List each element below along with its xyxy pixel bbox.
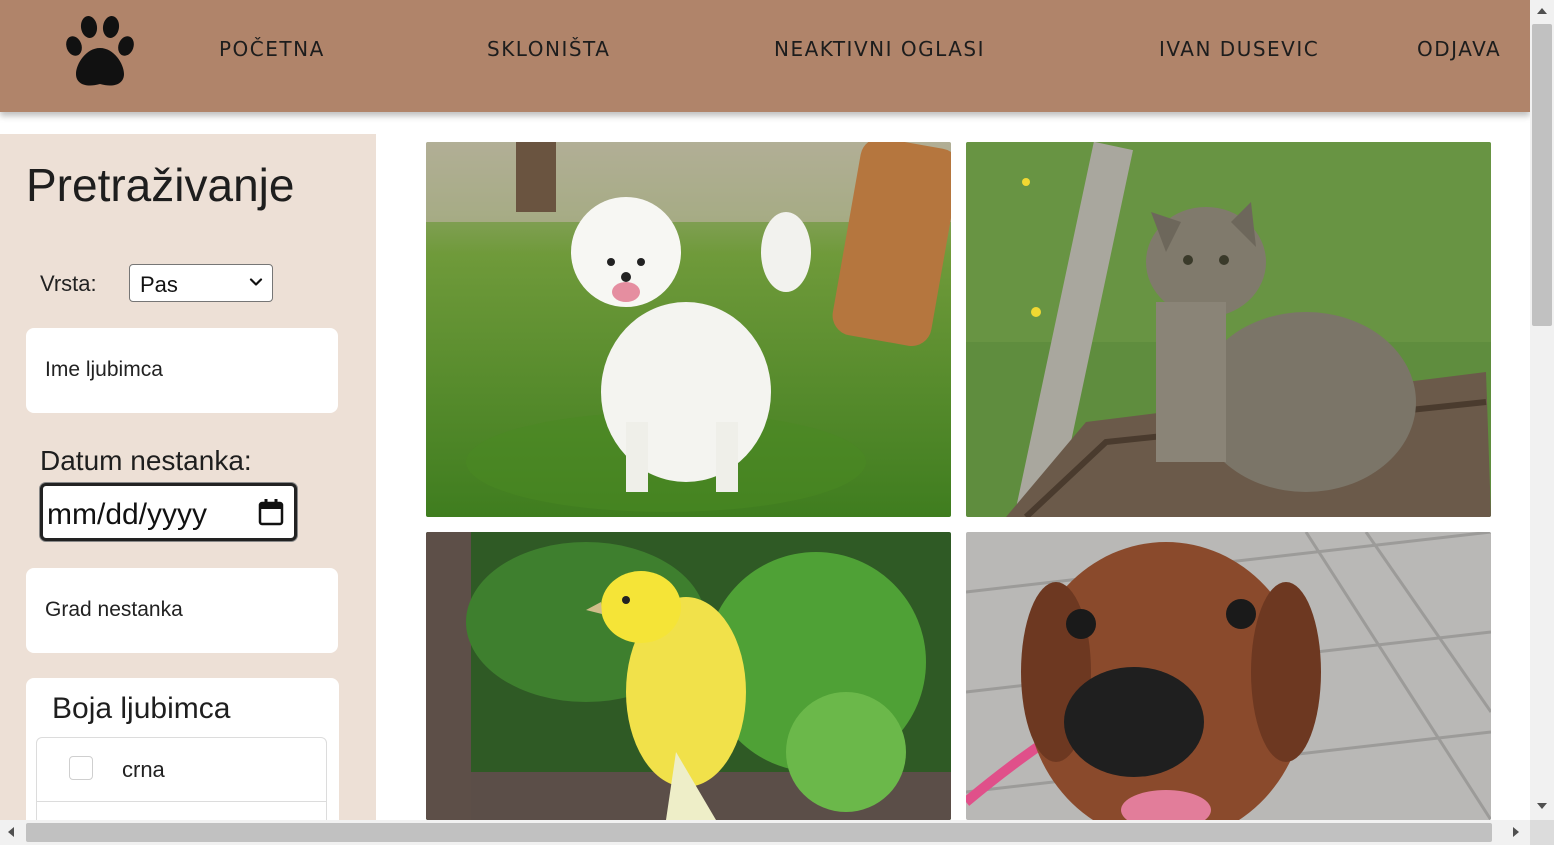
vrsta-label: Vrsta:: [40, 271, 97, 296]
yellow-canary-photo: [426, 532, 951, 820]
nav-pocetna[interactable]: POČETNA: [219, 37, 325, 61]
horizontal-scrollbar[interactable]: [0, 820, 1530, 845]
scroll-left-arrow-icon[interactable]: [8, 827, 14, 837]
grad-nestanka-placeholder: Grad nestanka: [45, 598, 183, 621]
grad-nestanka-input[interactable]: Grad nestanka: [26, 568, 338, 653]
vertical-scroll-thumb[interactable]: [1532, 24, 1552, 326]
color-checkbox[interactable]: [69, 756, 93, 780]
nav-neaktivni-oglasi[interactable]: NEAKTIVNI OGLASI: [774, 37, 985, 61]
datum-value: mm/dd/yyyy: [47, 498, 208, 531]
search-title: Pretraživanje: [26, 159, 295, 211]
color-item-crna[interactable]: crna: [37, 738, 326, 802]
nav-odjava[interactable]: ODJAVA: [1417, 37, 1501, 61]
nav-sklonista[interactable]: SKLONIŠTA: [487, 37, 610, 61]
vrsta-select-value: Pas: [140, 272, 178, 297]
color-label: crna: [122, 757, 165, 782]
datum-nestanka-input[interactable]: mm/dd/yyyy: [40, 483, 297, 541]
pet-card-dog[interactable]: [426, 142, 951, 517]
datum-label: Datum nestanka:: [40, 445, 252, 476]
paw-icon[interactable]: [64, 12, 136, 90]
vertical-scrollbar[interactable]: [1530, 0, 1554, 820]
boja-ljubimca-title: Boja ljubimca: [52, 692, 231, 725]
top-navbar: POČETNA SKLONIŠTA NEAKTIVNI OGLASI IVAN …: [0, 0, 1530, 112]
boja-ljubimca-card: Boja ljubimca crna: [26, 678, 339, 837]
scrollbar-corner: [1530, 820, 1554, 845]
scroll-down-arrow-icon[interactable]: [1537, 803, 1547, 809]
horizontal-scroll-thumb[interactable]: [26, 823, 1492, 842]
white-dog-photo: [426, 142, 951, 517]
calendar-icon[interactable]: [258, 498, 284, 526]
chevron-down-icon: [249, 278, 263, 286]
scroll-up-arrow-icon[interactable]: [1537, 8, 1547, 14]
brown-puppy-photo: [966, 532, 1491, 820]
ime-ljubimca-placeholder: Ime ljubimca: [45, 358, 163, 381]
pet-card-bird[interactable]: [426, 532, 951, 820]
pet-card-puppy[interactable]: [966, 532, 1491, 820]
nav-user-name[interactable]: IVAN DUSEVIC: [1159, 37, 1319, 61]
ime-ljubimca-input[interactable]: Ime ljubimca: [26, 328, 338, 413]
pet-card-cat[interactable]: [966, 142, 1491, 517]
tabby-cat-photo: [966, 142, 1491, 517]
scroll-right-arrow-icon[interactable]: [1513, 827, 1519, 837]
vrsta-select[interactable]: Pas: [129, 264, 273, 302]
